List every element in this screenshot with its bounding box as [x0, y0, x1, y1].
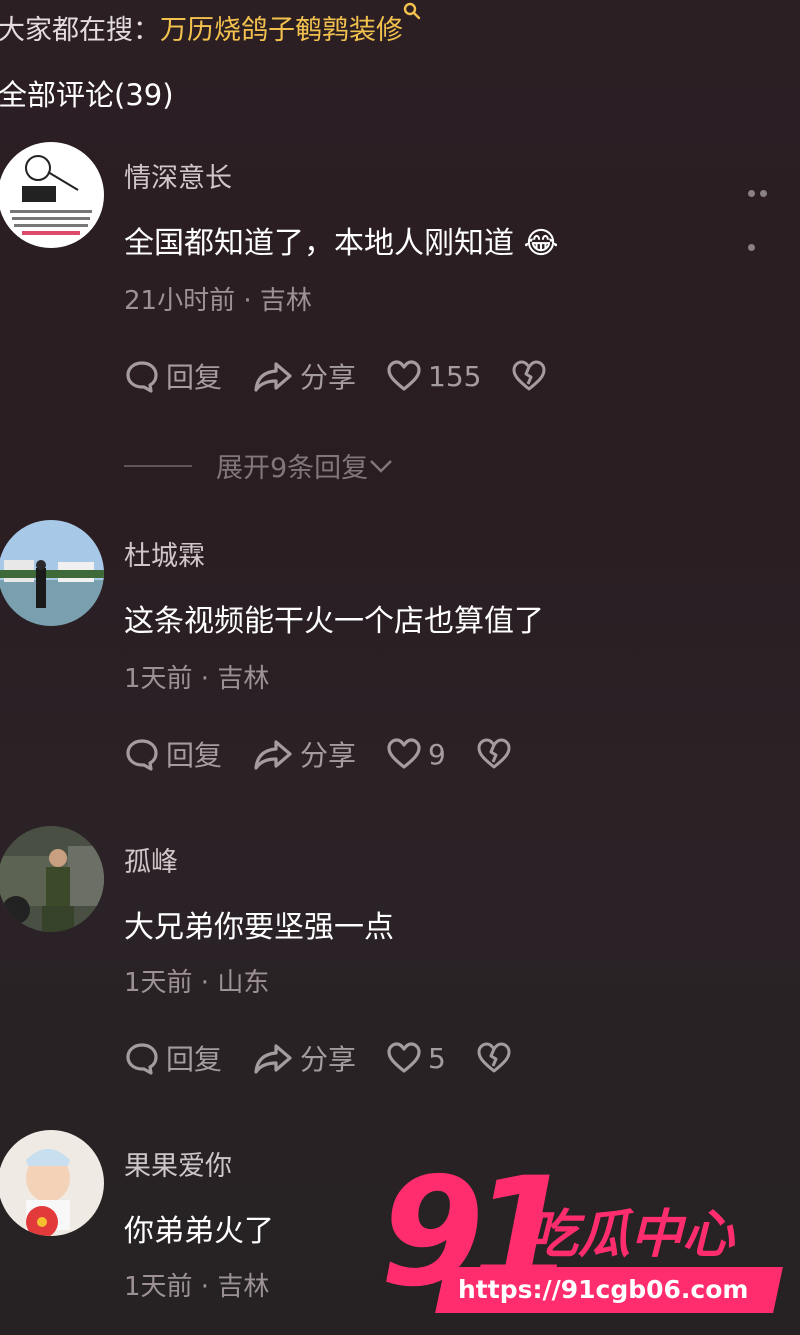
comment-actions: 回复 分享 5: [124, 1038, 548, 1078]
heart-icon: [387, 738, 421, 769]
laughing-emoji-icon: 😂: [523, 226, 559, 261]
trending-search-hint[interactable]: 大家都在搜：万历烧鸽子鹌鹑装修: [0, 2, 421, 47]
comment-meta: 21小时前 · 吉林: [124, 286, 312, 316]
like-count: 155: [428, 359, 482, 393]
comment-meta: 1天前 · 吉林: [124, 664, 270, 694]
watermark-url: https://91cgb06.com: [435, 1267, 783, 1313]
broken-heart-icon: [477, 738, 511, 769]
comment-text: 大兄弟你要坚强一点: [124, 910, 394, 945]
comment-username[interactable]: 杜城霖: [124, 534, 205, 573]
comment-username[interactable]: 孤峰: [124, 840, 178, 879]
divider-line: [124, 464, 192, 467]
comment-time: 1天前: [124, 664, 193, 694]
more-options-dot: [748, 236, 760, 255]
comment-text-body: 全国都知道了，本地人刚知道: [124, 226, 514, 261]
comment-username[interactable]: 果果爱你: [124, 1144, 232, 1183]
more-options-icon[interactable]: [748, 182, 772, 201]
dislike-button[interactable]: [511, 358, 553, 394]
share-button[interactable]: 分享: [252, 1038, 356, 1078]
comment-location: 吉林: [259, 286, 312, 316]
expand-replies-button[interactable]: 展开9条回复: [124, 446, 394, 485]
reply-bubble-icon: [126, 361, 158, 393]
comment-time: 1天前: [124, 968, 193, 998]
search-icon: [403, 2, 421, 20]
share-arrow-icon: [254, 740, 292, 770]
share-arrow-icon: [254, 1044, 292, 1074]
dislike-button[interactable]: [476, 736, 518, 772]
like-button[interactable]: 155: [386, 358, 481, 394]
comment-location: 山东: [217, 968, 270, 998]
share-button[interactable]: 分享: [252, 356, 356, 396]
reply-bubble-icon: [126, 1043, 158, 1075]
chevron-down-icon: [370, 459, 393, 473]
avatar[interactable]: [0, 520, 104, 626]
reply-label: 回复: [166, 361, 223, 394]
dislike-button[interactable]: [476, 1040, 518, 1076]
reply-button[interactable]: 回复: [124, 1038, 222, 1078]
reply-bubble-icon: [126, 739, 158, 771]
broken-heart-icon: [512, 360, 546, 391]
like-button[interactable]: 5: [386, 1040, 446, 1076]
share-label: 分享: [300, 1043, 357, 1076]
broken-heart-icon: [477, 1042, 511, 1073]
trending-search-prefix: 大家都在搜：: [0, 15, 160, 46]
avatar[interactable]: [0, 1130, 104, 1236]
comment-meta: 1天前 · 山东: [124, 968, 270, 998]
like-count: 5: [428, 1041, 446, 1075]
comment-location: 吉林: [217, 1272, 270, 1302]
comment-username[interactable]: 情深意长: [124, 156, 232, 195]
share-label: 分享: [300, 361, 357, 394]
watermark-name: 吃瓜中心: [526, 1205, 735, 1265]
watermark-logo: 91 吃瓜中心 https://91cgb06.com: [380, 1146, 783, 1320]
comment-actions: 回复 分享 9: [124, 734, 548, 774]
comment-text: 你弟弟火了: [124, 1214, 274, 1249]
comment-actions: 回复 分享 155: [124, 356, 583, 396]
avatar[interactable]: [0, 142, 104, 248]
comments-count-header: 全部评论(39): [0, 78, 174, 112]
avatar[interactable]: [0, 826, 104, 932]
comment-text: 这条视频能干火一个店也算值了: [124, 604, 544, 639]
trending-search-keyword[interactable]: 万历烧鸽子鹌鹑装修: [160, 15, 403, 46]
reply-button[interactable]: 回复: [124, 734, 222, 774]
watermark-url-text: https://91cgb06.com: [458, 1275, 749, 1304]
heart-icon: [387, 360, 421, 391]
reply-label: 回复: [166, 739, 223, 772]
expand-replies-label: 展开9条回复: [216, 453, 369, 484]
comment-location: 吉林: [217, 664, 270, 694]
like-button[interactable]: 9: [386, 736, 446, 772]
like-count: 9: [428, 737, 446, 771]
reply-button[interactable]: 回复: [124, 356, 222, 396]
heart-icon: [387, 1042, 421, 1073]
share-label: 分享: [300, 739, 357, 772]
reply-label: 回复: [166, 1043, 223, 1076]
comment-time: 1天前: [124, 1272, 193, 1302]
comment-meta: 1天前 · 吉林: [124, 1272, 270, 1302]
share-arrow-icon: [254, 362, 292, 392]
comment-text: 全国都知道了，本地人刚知道 😂: [124, 218, 559, 262]
share-button[interactable]: 分享: [252, 734, 356, 774]
comment-time: 21小时前: [124, 286, 236, 316]
